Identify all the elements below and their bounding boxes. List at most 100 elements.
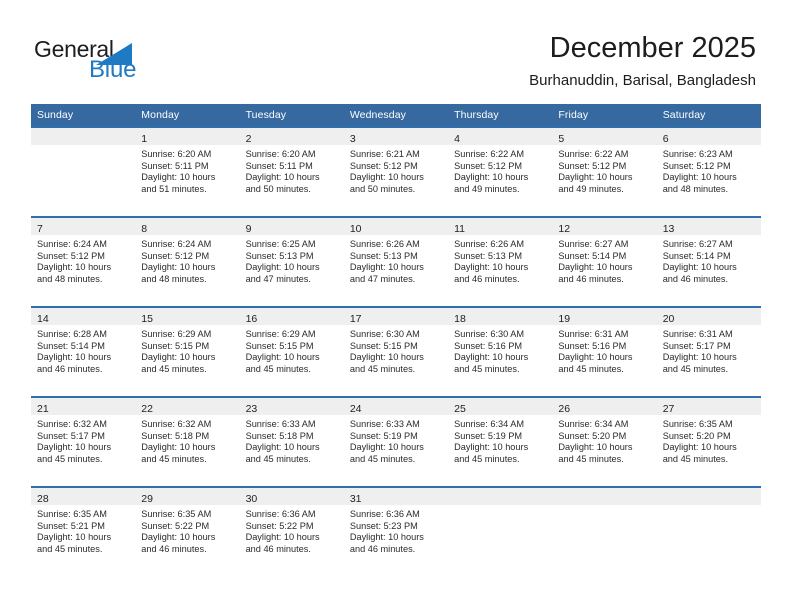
daylight-duration-line2: and 46 minutes.	[37, 363, 103, 374]
calendar-day-cell[interactable]: 20 Sunrise: 6:31 AM Sunset: 5:17 PM Dayligh…	[656, 306, 761, 397]
day-number: 8	[141, 223, 148, 235]
day-number-band: 23	[239, 398, 344, 415]
day-cell-inner: 10 Sunrise: 6:26 AM Sunset: 5:13 PM Dayligh…	[343, 218, 449, 306]
day-number: 29	[141, 493, 153, 505]
sunrise-time: Sunrise: 6:24 AM	[37, 239, 107, 249]
weekday-header-wednesday: Wednesday	[343, 104, 449, 127]
day-details: Sunrise: 6:24 AM Sunset: 5:12 PM Daylight:…	[31, 235, 135, 285]
day-cell-inner: 11 Sunrise: 6:26 AM Sunset: 5:13 PM Dayligh…	[448, 218, 553, 306]
day-number-band: 29	[135, 488, 240, 505]
calendar-day-cell[interactable]: 28 Sunrise: 6:35 AM Sunset: 5:21 PM Dayligh…	[31, 486, 136, 576]
title-block: December 2025 Burhanuddin, Barisal, Bang…	[529, 30, 756, 92]
daylight-duration-line1: Daylight: 10 hours	[245, 532, 320, 543]
daylight-duration-line1: Daylight: 10 hours	[37, 532, 112, 543]
daylight-duration-line1: Daylight: 10 hours	[558, 442, 633, 453]
day-number: 14	[37, 313, 49, 325]
day-number: 3	[349, 133, 356, 145]
weekday-header-tuesday: Tuesday	[239, 104, 344, 127]
sunrise-time: Sunrise: 6:31 AM	[558, 329, 629, 339]
calendar-day-cell[interactable]: 12 Sunrise: 6:27 AM Sunset: 5:14 PM Dayligh…	[552, 216, 657, 307]
calendar-day-cell[interactable]: 5 Sunrise: 6:22 AM Sunset: 5:12 PM Daylight…	[552, 126, 657, 217]
sunset-time: Sunset: 5:14 PM	[558, 250, 627, 261]
daylight-duration-line1: Daylight: 10 hours	[245, 172, 320, 183]
daylight-duration-line1: Daylight: 10 hours	[245, 352, 320, 363]
day-cell-inner: 22 Sunrise: 6:32 AM Sunset: 5:18 PM Dayligh…	[135, 398, 240, 486]
calendar-day-cell[interactable]: 2 Sunrise: 6:20 AM Sunset: 5:11 PM Daylight…	[239, 126, 344, 217]
calendar-day-cell[interactable]: 11 Sunrise: 6:26 AM Sunset: 5:13 PM Dayligh…	[448, 216, 553, 307]
day-details: Sunrise: 6:34 AM Sunset: 5:20 PM Daylight:…	[552, 415, 656, 465]
calendar-day-cell[interactable]: 27 Sunrise: 6:35 AM Sunset: 5:20 PM Dayligh…	[656, 396, 761, 487]
calendar-day-cell[interactable]: 15 Sunrise: 6:29 AM Sunset: 5:15 PM Dayligh…	[135, 306, 240, 397]
daylight-duration-line2: and 45 minutes.	[349, 453, 416, 464]
daylight-duration-line2: and 46 minutes.	[141, 543, 207, 554]
daylight-duration-line1: Daylight: 10 hours	[245, 262, 320, 273]
daylight-duration-line1: Daylight: 10 hours	[662, 442, 737, 453]
daylight-duration-line1: Daylight: 10 hours	[349, 262, 424, 273]
daylight-duration-line1: Daylight: 10 hours	[349, 532, 424, 543]
calendar-day-cell[interactable]: 8 Sunrise: 6:24 AM Sunset: 5:12 PM Daylight…	[135, 216, 240, 307]
sunrise-sunset-calendar: Sunday Monday Tuesday Wednesday Thursday…	[31, 104, 761, 576]
day-number: 19	[558, 313, 571, 325]
triangle-flag-icon	[96, 43, 132, 65]
calendar-day-cell[interactable]: 3 Sunrise: 6:21 AM Sunset: 5:12 PM Daylight…	[343, 126, 449, 217]
calendar-day-cell[interactable]: 16 Sunrise: 6:29 AM Sunset: 5:15 PM Dayligh…	[239, 306, 344, 397]
daylight-duration-line1: Daylight: 10 hours	[141, 532, 216, 543]
calendar-day-cell[interactable]: 31 Sunrise: 6:36 AM Sunset: 5:23 PM Dayligh…	[343, 486, 449, 576]
calendar-day-cell[interactable]: 1 Sunrise: 6:20 AM Sunset: 5:11 PM Daylight…	[135, 126, 240, 217]
sunset-time: Sunset: 5:15 PM	[141, 340, 210, 351]
calendar-day-cell[interactable]: 13 Sunrise: 6:27 AM Sunset: 5:14 PM Dayligh…	[656, 216, 761, 307]
calendar-day-cell[interactable]: 30 Sunrise: 6:36 AM Sunset: 5:22 PM Dayligh…	[239, 486, 344, 576]
calendar-day-cell[interactable]: 24 Sunrise: 6:33 AM Sunset: 5:19 PM Dayligh…	[343, 396, 449, 487]
daylight-duration-line2: and 45 minutes.	[349, 363, 416, 374]
calendar-day-cell[interactable]: 10 Sunrise: 6:26 AM Sunset: 5:13 PM Dayligh…	[343, 216, 449, 307]
day-cell-inner: 12 Sunrise: 6:27 AM Sunset: 5:14 PM Dayligh…	[552, 218, 657, 306]
calendar-day-cell[interactable]: 18 Sunrise: 6:30 AM Sunset: 5:16 PM Dayligh…	[448, 306, 553, 397]
brand-logo[interactable]: General Blue	[34, 36, 174, 88]
calendar-day-cell[interactable]: 17 Sunrise: 6:30 AM Sunset: 5:15 PM Dayligh…	[343, 306, 449, 397]
calendar-day-cell[interactable]: 14 Sunrise: 6:28 AM Sunset: 5:14 PM Dayligh…	[31, 306, 136, 397]
calendar-week-row: 7 Sunrise: 6:24 AM Sunset: 5:12 PM Daylight…	[31, 216, 761, 307]
daylight-duration-line2: and 45 minutes.	[662, 363, 729, 374]
sunrise-time: Sunrise: 6:23 AM	[662, 149, 733, 159]
calendar-day-cell[interactable]: 26 Sunrise: 6:34 AM Sunset: 5:20 PM Dayligh…	[552, 396, 657, 487]
calendar-header: Sunday Monday Tuesday Wednesday Thursday…	[31, 104, 761, 127]
sunrise-time: Sunrise: 6:33 AM	[245, 419, 316, 429]
day-number: 20	[662, 313, 675, 325]
day-cell-inner: 24 Sunrise: 6:33 AM Sunset: 5:19 PM Dayligh…	[343, 398, 449, 486]
calendar-day-cell[interactable]: 23 Sunrise: 6:33 AM Sunset: 5:18 PM Dayligh…	[239, 396, 344, 487]
day-cell-inner	[448, 488, 553, 576]
daylight-duration-line2: and 45 minutes.	[141, 453, 207, 464]
day-cell-inner: 14 Sunrise: 6:28 AM Sunset: 5:14 PM Dayligh…	[31, 308, 136, 396]
day-cell-inner: 19 Sunrise: 6:31 AM Sunset: 5:16 PM Dayligh…	[552, 308, 657, 396]
calendar-day-cell[interactable]: 19 Sunrise: 6:31 AM Sunset: 5:16 PM Dayligh…	[552, 306, 657, 397]
sunset-time: Sunset: 5:12 PM	[558, 160, 627, 171]
calendar-day-cell[interactable]: 21 Sunrise: 6:32 AM Sunset: 5:17 PM Dayligh…	[31, 396, 136, 487]
day-cell-inner: 20 Sunrise: 6:31 AM Sunset: 5:17 PM Dayligh…	[656, 308, 761, 396]
day-cell-inner: 1 Sunrise: 6:20 AM Sunset: 5:11 PM Daylight…	[135, 128, 240, 216]
day-cell-inner: 2 Sunrise: 6:20 AM Sunset: 5:11 PM Daylight…	[239, 128, 344, 216]
sunrise-time: Sunrise: 6:21 AM	[349, 149, 420, 159]
sunrise-time: Sunrise: 6:20 AM	[245, 149, 316, 159]
day-cell-inner: 28 Sunrise: 6:35 AM Sunset: 5:21 PM Dayligh…	[31, 488, 136, 576]
day-number-band	[31, 128, 136, 145]
calendar-day-cell[interactable]: 25 Sunrise: 6:34 AM Sunset: 5:19 PM Dayligh…	[448, 396, 553, 487]
calendar-day-cell[interactable]: 7 Sunrise: 6:24 AM Sunset: 5:12 PM Daylight…	[31, 216, 136, 307]
sunrise-time: Sunrise: 6:29 AM	[141, 329, 212, 339]
day-cell-inner: 29 Sunrise: 6:35 AM Sunset: 5:22 PM Dayligh…	[135, 488, 240, 576]
calendar-day-cell[interactable]: 4 Sunrise: 6:22 AM Sunset: 5:12 PM Daylight…	[448, 126, 553, 217]
day-cell-inner: 5 Sunrise: 6:22 AM Sunset: 5:12 PM Daylight…	[552, 128, 657, 216]
calendar-day-cell[interactable]: 6 Sunrise: 6:23 AM Sunset: 5:12 PM Daylight…	[656, 126, 761, 217]
sunset-time: Sunset: 5:14 PM	[37, 340, 105, 351]
day-number: 15	[141, 313, 153, 325]
day-number-band: 11	[448, 218, 553, 235]
calendar-day-cell[interactable]: 9 Sunrise: 6:25 AM Sunset: 5:13 PM Daylight…	[239, 216, 344, 307]
day-details: Sunrise: 6:35 AM Sunset: 5:22 PM Daylight:…	[135, 505, 239, 555]
sunrise-time: Sunrise: 6:36 AM	[349, 509, 420, 519]
sunset-time: Sunset: 5:12 PM	[37, 250, 105, 261]
calendar-day-cell[interactable]: 29 Sunrise: 6:35 AM Sunset: 5:22 PM Dayligh…	[135, 486, 240, 576]
day-details: Sunrise: 6:31 AM Sunset: 5:17 PM Daylight:…	[657, 325, 761, 375]
calendar-day-cell[interactable]: 22 Sunrise: 6:32 AM Sunset: 5:18 PM Dayligh…	[135, 396, 240, 487]
day-number: 9	[245, 223, 252, 235]
sunset-time: Sunset: 5:16 PM	[454, 340, 523, 351]
sunrise-time: Sunrise: 6:34 AM	[558, 419, 629, 429]
